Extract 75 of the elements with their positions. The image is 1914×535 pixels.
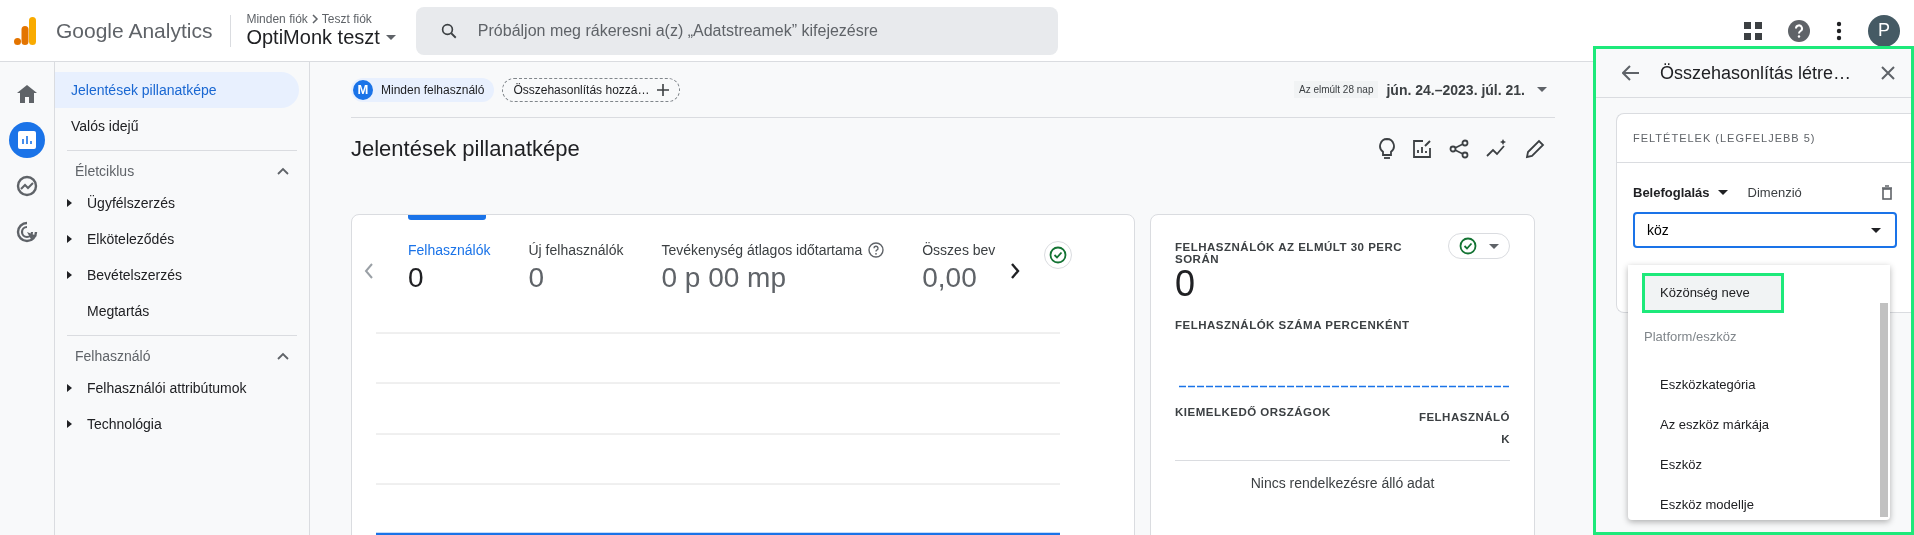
dropdown-option[interactable]: Eszközkategória [1628, 365, 1874, 405]
trend-circle-icon [16, 175, 38, 197]
dropdown-option[interactable]: Eszköz [1628, 445, 1874, 485]
collapse-icon[interactable] [277, 352, 289, 360]
conditions-title: FELTÉTELEK (LEGFELJEBB 5) [1617, 114, 1911, 163]
property-selector[interactable]: OptiMonk teszt [246, 26, 396, 49]
field-label: Dimenzió [1747, 185, 1802, 200]
page-title: Jelentések pillanatképe [351, 136, 580, 162]
date-range-picker[interactable]: jún. 24.–2023. júl. 21. [1386, 81, 1547, 98]
breadcrumb-link[interactable]: Teszt fiók [321, 12, 372, 26]
apps-icon[interactable] [1744, 21, 1762, 40]
metric-tab[interactable]: Új felhasználók 0 [528, 215, 624, 294]
column-header: FELHASZNÁLÓK [1417, 410, 1510, 447]
sparkle-trend-icon[interactable] [1486, 139, 1508, 159]
help-icon[interactable] [868, 242, 885, 258]
scrollbar-thumb[interactable] [1880, 303, 1888, 517]
caret-icon [385, 34, 396, 41]
home-icon [17, 85, 37, 103]
lightbulb-icon[interactable] [1379, 138, 1395, 160]
caret-icon [1717, 190, 1728, 195]
search-field[interactable]: Próbáljon meg rákeresni a(z) „Adatstreamek” kifejezésre [475, 20, 1058, 41]
help-icon[interactable] [1788, 19, 1810, 42]
date-badge: Az elmúlt 28 nap [1293, 81, 1379, 98]
section-title: Felhasználó [75, 348, 151, 364]
analytics-logo-icon [14, 16, 36, 45]
section-title: Életciklus [75, 163, 135, 179]
caret-icon [1489, 243, 1499, 249]
check-circle-icon [1459, 237, 1477, 255]
more-icon[interactable] [1836, 20, 1842, 41]
sidebar-item[interactable]: Felhasználói attribútumok [87, 380, 247, 396]
bar-chart-icon [18, 131, 36, 149]
segment-chip[interactable]: M Minden felhasználó [351, 77, 495, 102]
target-cursor-icon [16, 221, 38, 243]
pencil-icon[interactable] [1525, 139, 1545, 159]
card-title: FELHASZNÁLÓK AZ ELMÚLT 30 PERC SORÁN [1175, 241, 1404, 265]
metric-tab[interactable]: Összes bev 0,00 [922, 215, 1001, 294]
close-icon[interactable] [1881, 66, 1895, 80]
sidebar-item[interactable]: Bevételszerzés [87, 267, 182, 283]
sidebar-item[interactable]: Megtartás [87, 303, 150, 319]
plus-icon [657, 83, 670, 96]
chevron-left-icon[interactable] [364, 263, 374, 279]
sidebar-item[interactable]: Ügyfélszerzés [87, 195, 175, 211]
account-avatar[interactable]: P [1868, 14, 1900, 47]
dropdown-option[interactable]: Az eszköz márkája [1628, 405, 1874, 445]
share-icon[interactable] [1449, 139, 1469, 159]
caret-icon[interactable] [1871, 227, 1881, 233]
chevron-right-icon[interactable] [1010, 263, 1021, 279]
metric-tab[interactable]: Felhasználók 0 [408, 215, 491, 294]
metric-tab[interactable]: Tevékenység átlagos időtartama 0 p 00 mp [661, 215, 885, 294]
search-icon [439, 21, 458, 40]
dropdown-option[interactable]: Közönség neve [1642, 273, 1784, 313]
sidebar-item[interactable]: Elköteleződés [87, 231, 175, 247]
sidebar-item[interactable]: Jelentések pillanatképe [55, 72, 299, 108]
dimension-input-box[interactable]: köz [1633, 212, 1897, 248]
breadcrumb-link[interactable]: Minden fiók [246, 12, 308, 26]
chevron-right-icon [310, 14, 319, 24]
check-circle-icon [1049, 246, 1068, 264]
collapse-icon[interactable] [277, 167, 289, 175]
realtime-value: 0 [1175, 263, 1197, 305]
product-name: Google Analytics [56, 18, 213, 43]
card-subtitle: FELHASZNÁLÓK SZÁMA PERCENKÉNT [1175, 319, 1411, 331]
dropdown-option[interactable]: Eszköz modellje [1628, 485, 1874, 525]
caret-icon [1537, 86, 1547, 93]
back-arrow-icon[interactable] [1622, 65, 1640, 81]
column-header: KIEMELKEDŐ ORSZÁGOK [1175, 406, 1331, 420]
sidebar-item[interactable]: Technológia [87, 416, 162, 432]
include-dropdown[interactable]: Belefoglalás [1633, 185, 1728, 200]
empty-message: Nincs rendelkezésre álló adat [1249, 475, 1436, 491]
panel-title: Összehasonlítás létre… [1660, 62, 1853, 84]
chart-edit-icon[interactable] [1412, 139, 1432, 159]
sidebar-item[interactable]: Valós idejű [55, 108, 299, 144]
option-group-label: Platform/eszköz [1643, 328, 1738, 346]
trash-icon[interactable] [1881, 185, 1893, 200]
rail-button[interactable] [9, 122, 45, 158]
search-bar[interactable]: Próbáljon meg rákeresni a(z) „Adatstreamek” kifejezésre [415, 6, 1058, 55]
